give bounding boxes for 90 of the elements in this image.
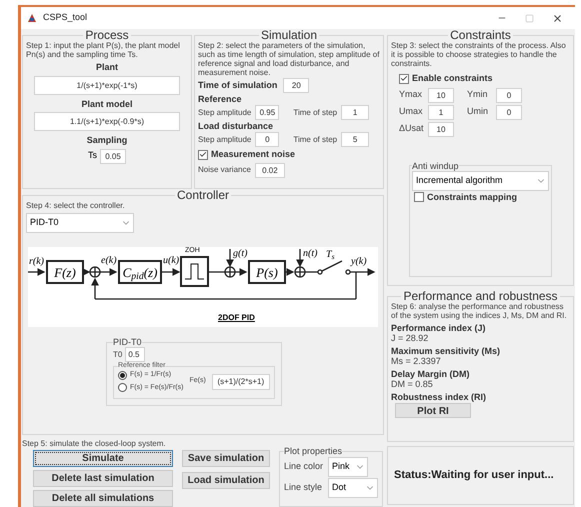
diagram-caption: 2DOF PID — [218, 313, 255, 322]
panel-title: Controller — [176, 189, 230, 201]
signal-label: y(k) — [351, 257, 367, 267]
input-field[interactable]: 1 — [428, 104, 454, 120]
window-title: CSPS_tool — [43, 11, 88, 24]
action-button[interactable]: Delete last simulation — [33, 470, 173, 487]
group-title: Anti windup — [412, 160, 459, 170]
instructions-text: Step 3: select the constraints of the process. Also it is possible to choose strategies to handle the constraints. — [391, 41, 567, 68]
dropdown[interactable]: Dot — [328, 478, 378, 498]
input-field[interactable]: 0 — [496, 88, 522, 102]
field-label: Ymax — [399, 88, 424, 102]
panel-title: Performance and robustness — [402, 290, 559, 302]
instructions-text: Step 5: simulate the closed-loop system. — [22, 439, 167, 448]
field-label: Step amplitude — [198, 134, 252, 146]
checkbox[interactable] — [198, 150, 208, 160]
input-field[interactable]: 10 — [428, 88, 454, 102]
field-heading: Sampling — [86, 134, 128, 147]
input-field[interactable]: 10 — [428, 122, 454, 136]
radio-button[interactable] — [118, 383, 127, 392]
field-label: Line style — [284, 481, 322, 494]
signal-label: g(t) — [233, 249, 248, 259]
field-heading: Time of simulation — [198, 78, 278, 92]
panel-title: Simulation — [260, 29, 318, 41]
field-label: Umin — [467, 105, 490, 118]
field-heading: Plant model — [81, 98, 132, 110]
input-field[interactable]: 0 — [255, 132, 280, 147]
checkbox-label: Enable constraints — [412, 72, 493, 85]
signal-label: T$_{s}$ — [326, 250, 334, 260]
radio-button[interactable] — [118, 370, 127, 380]
plant-block: P(s) — [248, 260, 286, 284]
input-field[interactable]: 0.02 — [254, 162, 285, 178]
field-label: Step amplitude — [198, 106, 252, 118]
instructions-text: Step 4: select the controller. — [26, 201, 126, 210]
field-label: Line color — [284, 460, 324, 474]
index-label: Robustness index (RI) — [391, 392, 488, 402]
app-icon — [27, 13, 37, 23]
index-value: Ms = 2.3397 — [391, 356, 442, 366]
group-title: Plot properties — [284, 446, 342, 456]
input-field[interactable]: (s+1)/(2*s+1) — [212, 374, 270, 390]
checkbox[interactable] — [399, 74, 409, 84]
field-label: Ts — [88, 149, 97, 162]
field-label: T0 — [113, 348, 122, 360]
status-text: Status:Waiting for user input... — [394, 468, 554, 484]
input-field[interactable]: 1.1/(s+1)*exp(-0.9*s) — [34, 112, 180, 131]
checkbox-label: Measurement noise — [211, 148, 296, 161]
group-title: PID-T0 — [113, 337, 142, 347]
instructions-text: Step 1: input the plant P(s), the plant model Pn(s) and the sampling time Ts. — [26, 41, 181, 59]
checkbox-label: Constraints mapping — [427, 190, 518, 204]
action-button[interactable]: Save simulation — [182, 450, 270, 467]
field-label: Time of step — [293, 134, 338, 146]
dropdown[interactable]: PID-T0 — [26, 213, 134, 233]
field-label: Noise variance — [198, 164, 251, 176]
signal-label: r(k) — [29, 257, 44, 267]
close-icon[interactable] — [552, 12, 563, 24]
instructions-text: Step 2: select the parameters of the simulation, such as time length of simulation, step amplitude of reference signal and load disturbance, and measurement noise. — [198, 41, 380, 77]
field-label: ΔUsat — [399, 122, 425, 136]
input-field[interactable]: 0.95 — [255, 105, 280, 120]
field-label: Time of step — [293, 106, 338, 118]
field-heading: Load disturbance — [198, 121, 274, 131]
action-button[interactable]: Simulate — [33, 450, 173, 467]
input-field[interactable]: 1 — [341, 105, 370, 120]
field-label: Ymin — [467, 88, 489, 102]
checkbox[interactable] — [414, 192, 424, 202]
filter-block: F(z) — [46, 260, 84, 284]
field-label: Umax — [399, 105, 424, 118]
panel-title: Constraints — [449, 29, 512, 41]
signal-label: e(k) — [101, 256, 117, 266]
instructions-text: Step 6: analyse the performance and robustness of the system using the indices J, Ms, DM and RI. — [391, 302, 568, 320]
dropdown[interactable]: Incremental algorithm — [412, 170, 549, 190]
action-button[interactable]: Load simulation — [182, 472, 270, 489]
panel-title: Process — [84, 29, 130, 41]
signal-label: u(k) — [163, 256, 180, 266]
input-field[interactable]: 0 — [496, 104, 522, 120]
input-field[interactable]: 5 — [341, 132, 370, 147]
signal-label: n(t) — [303, 249, 318, 259]
input-field[interactable]: 20 — [283, 78, 310, 93]
index-value: DM = 0.85 — [391, 379, 434, 389]
input-field[interactable]: 0.05 — [100, 148, 126, 164]
input-field[interactable]: 0.5 — [125, 347, 146, 362]
index-value: J = 28.92 — [391, 333, 430, 343]
index-label: Delay Margin (DM) — [391, 369, 471, 379]
input-field[interactable]: 1/(s+1)*exp(-1*s) — [34, 76, 180, 94]
field-heading: Reference — [198, 94, 243, 104]
index-label: Maximum sensitivity (Ms) — [391, 346, 502, 356]
index-label: Performance index (J) — [391, 323, 487, 333]
field-heading: Plant — [96, 61, 118, 74]
plot-ri-button[interactable]: Plot RI — [395, 403, 471, 418]
controller-block: C$_{pid}$(z) — [118, 260, 162, 284]
action-button[interactable]: Delete all simulations — [33, 490, 173, 507]
dropdown[interactable]: Pink — [328, 457, 368, 477]
